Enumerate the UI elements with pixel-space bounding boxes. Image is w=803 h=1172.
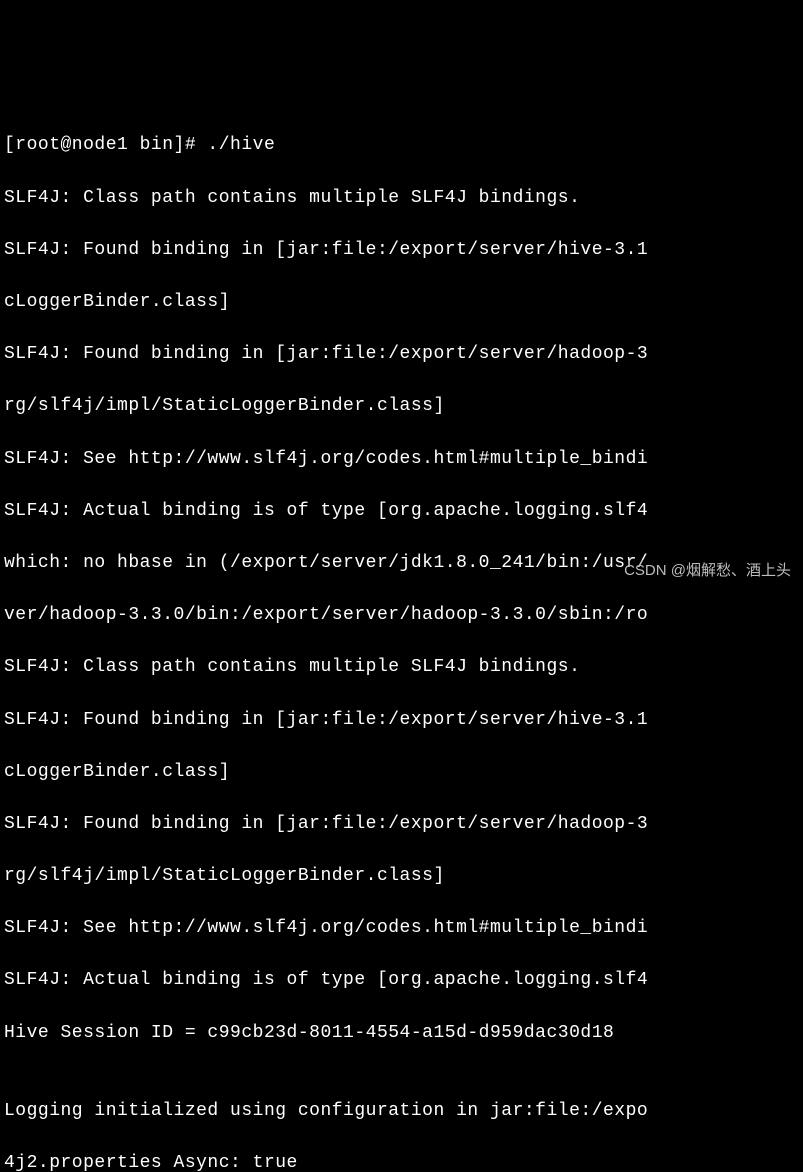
terminal-line: rg/slf4j/impl/StaticLoggerBinder.class] (4, 393, 799, 419)
terminal-line: cLoggerBinder.class] (4, 289, 799, 315)
terminal-line: SLF4J: Found binding in [jar:file:/expor… (4, 707, 799, 733)
terminal-line: rg/slf4j/impl/StaticLoggerBinder.class] (4, 863, 799, 889)
terminal-line: SLF4J: See http://www.slf4j.org/codes.ht… (4, 446, 799, 472)
terminal-output[interactable]: [root@node1 bin]# ./hive SLF4J: Class pa… (4, 106, 799, 1172)
terminal-line: SLF4J: Class path contains multiple SLF4… (4, 185, 799, 211)
terminal-line: SLF4J: Found binding in [jar:file:/expor… (4, 341, 799, 367)
terminal-line: cLoggerBinder.class] (4, 759, 799, 785)
terminal-line: Logging initialized using configuration … (4, 1098, 799, 1124)
terminal-line: SLF4J: See http://www.slf4j.org/codes.ht… (4, 915, 799, 941)
terminal-line: SLF4J: Class path contains multiple SLF4… (4, 654, 799, 680)
terminal-line: 4j2.properties Async: true (4, 1150, 799, 1172)
terminal-line: SLF4J: Actual binding is of type [org.ap… (4, 498, 799, 524)
terminal-line: [root@node1 bin]# ./hive (4, 132, 799, 158)
terminal-line: Hive Session ID = c99cb23d-8011-4554-a15… (4, 1020, 799, 1046)
csdn-watermark: CSDN @烟解愁、酒上头 (624, 560, 791, 582)
terminal-line: ver/hadoop-3.3.0/bin:/export/server/hado… (4, 602, 799, 628)
terminal-line: SLF4J: Found binding in [jar:file:/expor… (4, 237, 799, 263)
terminal-line: SLF4J: Actual binding is of type [org.ap… (4, 967, 799, 993)
terminal-line: SLF4J: Found binding in [jar:file:/expor… (4, 811, 799, 837)
